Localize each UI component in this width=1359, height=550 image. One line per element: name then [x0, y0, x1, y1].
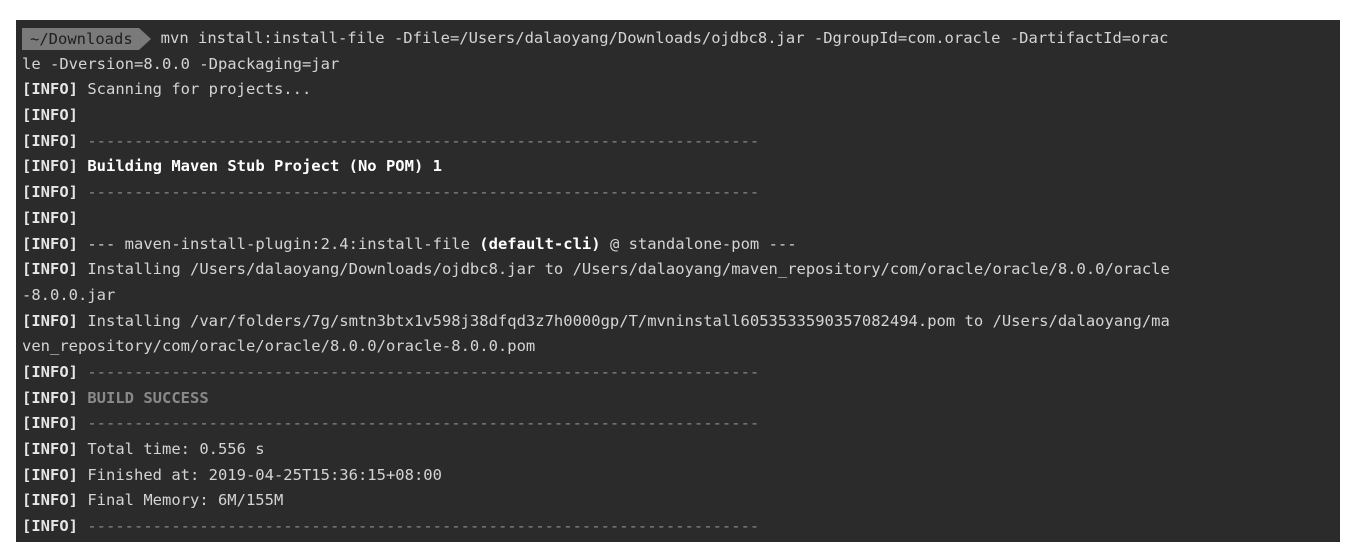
log-line: [INFO] — [22, 103, 1340, 129]
log-text: Total time: 0.556 s — [78, 440, 265, 458]
log-line: [INFO] Installing /Users/dalaoyang/Downl… — [22, 257, 1340, 283]
terminal-window[interactable]: ~/Downloads mvn install:install-file -Dfi… — [16, 20, 1340, 542]
log-text: --- maven-install-plugin:2.4:install-fil… — [87, 234, 480, 253]
log-line: [INFO] --- maven-install-plugin:2.4:inst… — [22, 232, 1340, 258]
log-text: Finished at: 2019-04-25T15:36:15+08:00 — [78, 465, 442, 484]
log-text: Final Memory: 6M/155M — [78, 491, 284, 510]
log-separator: ----------------------------------------… — [87, 131, 760, 150]
log-text: ven_repository/com/oracle/oracle/8.0.0/o… — [22, 337, 536, 356]
log-tag: [INFO] — [22, 80, 78, 99]
log-separator: ----------------------------------------… — [87, 362, 760, 381]
log-text: Installing /var/folders/7g/smtn3btx1v598… — [78, 311, 1170, 330]
log-separator: ----------------------------------------… — [87, 517, 760, 536]
log-line: [INFO] Total time: 0.556 s — [22, 437, 1340, 463]
log-tag: [INFO] — [22, 517, 78, 536]
log-line: [INFO] BUILD SUCCESS — [22, 386, 1340, 412]
log-text: @ standalone-pom --- — [600, 234, 797, 253]
log-line: [INFO] ---------------------------------… — [22, 180, 1340, 206]
log-line: [INFO] Finished at: 2019-04-25T15:36:15+… — [22, 463, 1340, 489]
log-tag: [INFO] — [22, 234, 78, 253]
log-tag: [INFO] — [22, 414, 78, 433]
log-tag: [INFO] — [22, 311, 78, 330]
prompt-directory: ~/Downloads — [22, 27, 151, 50]
log-line: [INFO] Building Maven Stub Project (No P… — [22, 154, 1340, 180]
command-line-1: ~/Downloads mvn install:install-file -Dfi… — [22, 26, 1340, 52]
log-tag: [INFO] — [22, 157, 78, 176]
log-tag: [INFO] — [22, 260, 78, 279]
log-line: [INFO] Final Memory: 6M/155M — [22, 488, 1340, 514]
log-tag: [INFO] — [22, 362, 78, 381]
command-text-continued: le -Dversion=8.0.0 -Dpackaging=jar — [22, 54, 340, 73]
log-text-bold: (default-cli) — [479, 234, 601, 253]
log-tag: [INFO] — [22, 208, 78, 227]
build-status: BUILD SUCCESS — [87, 388, 209, 407]
log-tag: [INFO] — [22, 440, 78, 458]
log-line: [INFO] Scanning for projects... — [22, 77, 1340, 103]
log-line: [INFO] ---------------------------------… — [22, 411, 1340, 437]
log-tag: [INFO] — [22, 106, 78, 125]
log-text: -8.0.0.jar — [22, 285, 116, 304]
log-tag: [INFO] — [22, 388, 78, 407]
log-text: Building Maven Stub Project (No POM) 1 — [87, 157, 442, 176]
log-tag: [INFO] — [22, 465, 78, 484]
log-line-wrap: ven_repository/com/oracle/oracle/8.0.0/o… — [22, 334, 1340, 360]
log-line: [INFO] ---------------------------------… — [22, 360, 1340, 386]
log-line: [INFO] Installing /var/folders/7g/smtn3b… — [22, 309, 1340, 335]
log-line: [INFO] ---------------------------------… — [22, 514, 1340, 540]
log-line: [INFO] ---------------------------------… — [22, 129, 1340, 155]
command-line-2: le -Dversion=8.0.0 -Dpackaging=jar — [22, 52, 1340, 78]
log-line: [INFO] — [22, 206, 1340, 232]
command-text: mvn install:install-file -Dfile=/Users/d… — [160, 29, 1169, 47]
log-text: Scanning for projects... — [78, 80, 312, 99]
log-separator: ----------------------------------------… — [87, 183, 760, 202]
log-tag: [INFO] — [22, 131, 78, 150]
log-tag: [INFO] — [22, 183, 78, 202]
log-text: Installing /Users/dalaoyang/Downloads/oj… — [78, 260, 1170, 279]
log-line-wrap: -8.0.0.jar — [22, 283, 1340, 309]
log-tag: [INFO] — [22, 491, 78, 510]
log-separator: ----------------------------------------… — [87, 414, 760, 433]
